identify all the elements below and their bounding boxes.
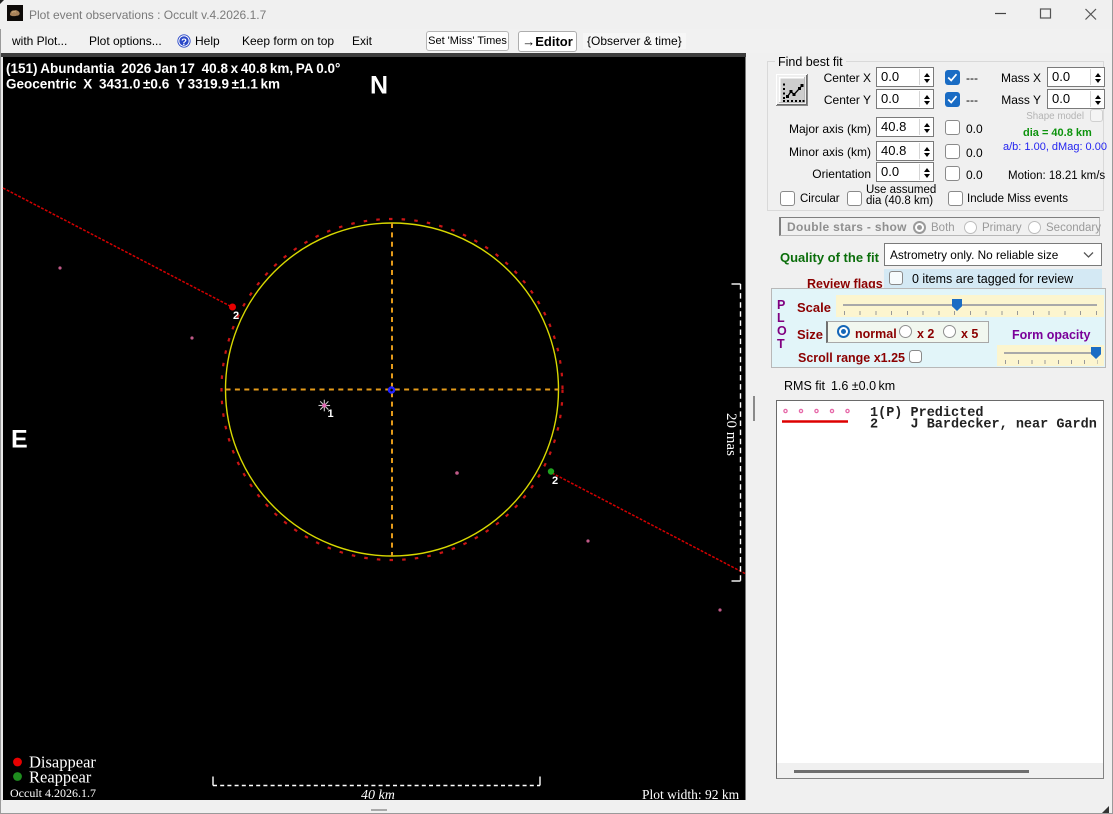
svg-text:N: N <box>370 72 388 100</box>
svg-text:2: 2 <box>233 310 239 322</box>
svg-text:20 mas: 20 mas <box>723 413 739 456</box>
svg-text:2: 2 <box>552 475 558 487</box>
svg-text:2 J Bardecker, near Gardn: 2 J Bardecker, near Gardn <box>870 418 1097 433</box>
svg-text:40 km: 40 km <box>361 788 395 801</box>
svg-text:Occult 4.2026.1.7: Occult 4.2026.1.7 <box>10 786 96 800</box>
svg-text:Reappear: Reappear <box>29 768 92 787</box>
svg-text:Plot width: 92 km: Plot width: 92 km <box>642 787 740 801</box>
svg-text:(151) Abundantia 2026 Jan 17 4: (151) Abundantia 2026 Jan 17 40.8 x 40.8… <box>6 61 340 76</box>
svg-text:1: 1 <box>328 408 334 420</box>
svg-text:Geocentric X 3431.0 ±0.6 Y 331: Geocentric X 3431.0 ±0.6 Y 3319.9 ±1.1 k… <box>6 77 280 92</box>
svg-text:E: E <box>11 426 28 454</box>
svg-text:?: ? <box>181 37 187 48</box>
